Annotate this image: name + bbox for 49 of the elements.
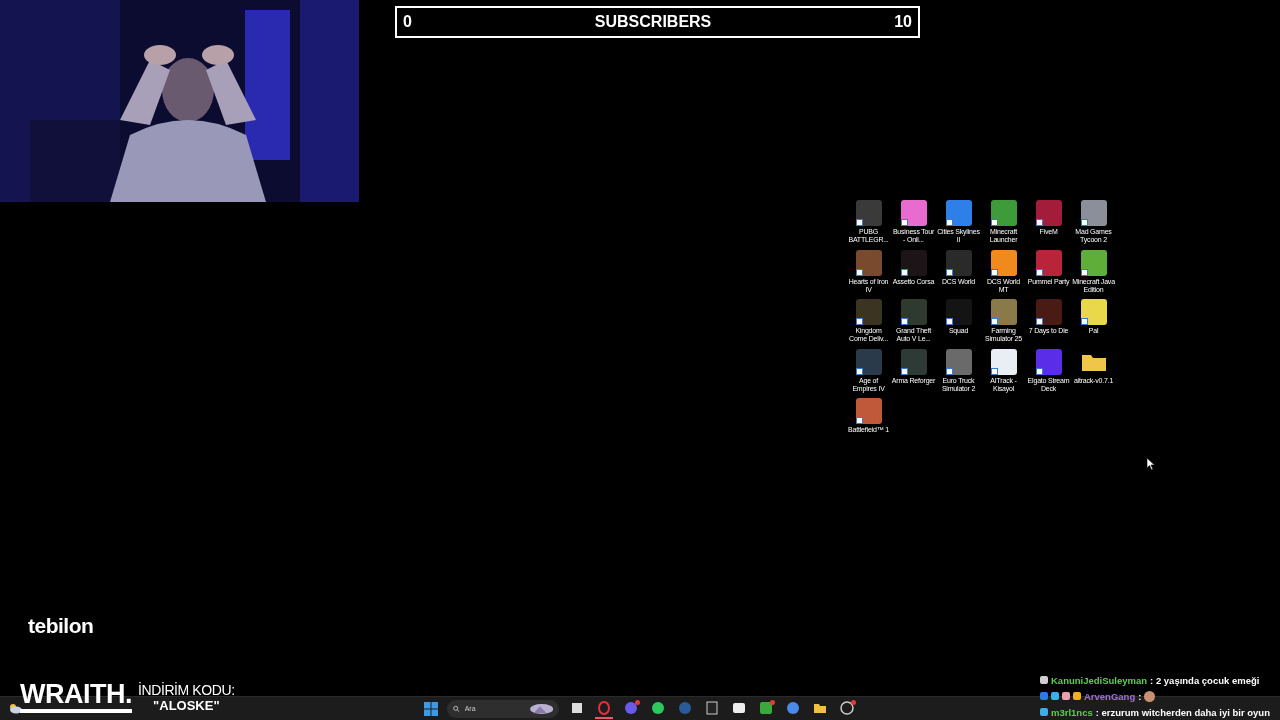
app-shortcut-icon[interactable] — [945, 299, 972, 326]
promo-code: "ALOSKE" — [153, 698, 220, 714]
app-shortcut-icon[interactable] — [1035, 299, 1062, 326]
app-shortcut-icon[interactable] — [855, 398, 882, 425]
copilot-app-icon — [785, 699, 801, 716]
search-icon — [453, 704, 460, 713]
goal-target-count: 10 — [894, 13, 912, 31]
app-shortcut-icon[interactable] — [855, 200, 882, 226]
app-shortcut-icon[interactable] — [990, 348, 1017, 375]
goal-current-count: 0 — [403, 13, 412, 31]
app-shortcut-icon[interactable] — [945, 200, 972, 226]
chat-username: KanuniJediSuleyman — [1051, 674, 1148, 686]
app-shortcut-icon[interactable] — [1035, 200, 1062, 226]
app-shortcut-icon[interactable] — [945, 249, 972, 276]
chat-username: m3rl1ncs — [1051, 706, 1093, 718]
app-shortcut-icon[interactable] — [1080, 249, 1107, 276]
browser-app-icon — [596, 699, 612, 716]
chat-username: ArvenGang — [1084, 690, 1136, 702]
app-shortcut-icon[interactable] — [1035, 348, 1062, 375]
goal-title: SUBSCRIBERS — [594, 13, 712, 31]
promo-caption: İNDİRİM KODU: — [138, 682, 235, 698]
chat-message: : — [1138, 690, 1142, 702]
app-shortcut-icon[interactable] — [1080, 200, 1107, 226]
music-app-icon — [650, 699, 666, 716]
chat-message: : 2 yaşında çocuk emeği — [1150, 674, 1260, 686]
xbox-app-icon — [758, 699, 774, 716]
landscape-icon — [529, 702, 553, 715]
cloud-icon[interactable] — [8, 702, 22, 714]
mouse-cursor-icon — [1147, 458, 1155, 470]
app-shortcut-icon[interactable] — [900, 299, 927, 326]
start-icon[interactable] — [424, 701, 438, 716]
app-shortcut-icon[interactable] — [900, 249, 927, 276]
app-shortcut-icon[interactable] — [990, 200, 1017, 226]
sponsor-logo: tebilon — [28, 614, 94, 638]
app-shortcut-icon[interactable] — [1080, 299, 1107, 326]
chat-app-icon — [623, 699, 639, 716]
app-shortcut-icon[interactable] — [990, 299, 1017, 326]
app-shortcut-icon[interactable] — [945, 348, 972, 375]
app-shortcut-icon[interactable] — [990, 249, 1017, 276]
app-shortcut-icon[interactable] — [900, 348, 927, 375]
app-shortcut-icon[interactable] — [855, 348, 882, 375]
app-shortcut-icon[interactable] — [855, 299, 882, 326]
app-shortcut-icon[interactable] — [855, 249, 882, 276]
store-app-icon — [704, 699, 720, 716]
chat-message: : erzurum witcherden daha iyi bir oyun — [1095, 706, 1270, 718]
app-shortcut-icon[interactable] — [900, 200, 927, 226]
tool-app-icon — [839, 699, 855, 716]
app-shortcut-icon[interactable] — [1035, 249, 1062, 276]
steam-app-icon — [677, 699, 693, 716]
